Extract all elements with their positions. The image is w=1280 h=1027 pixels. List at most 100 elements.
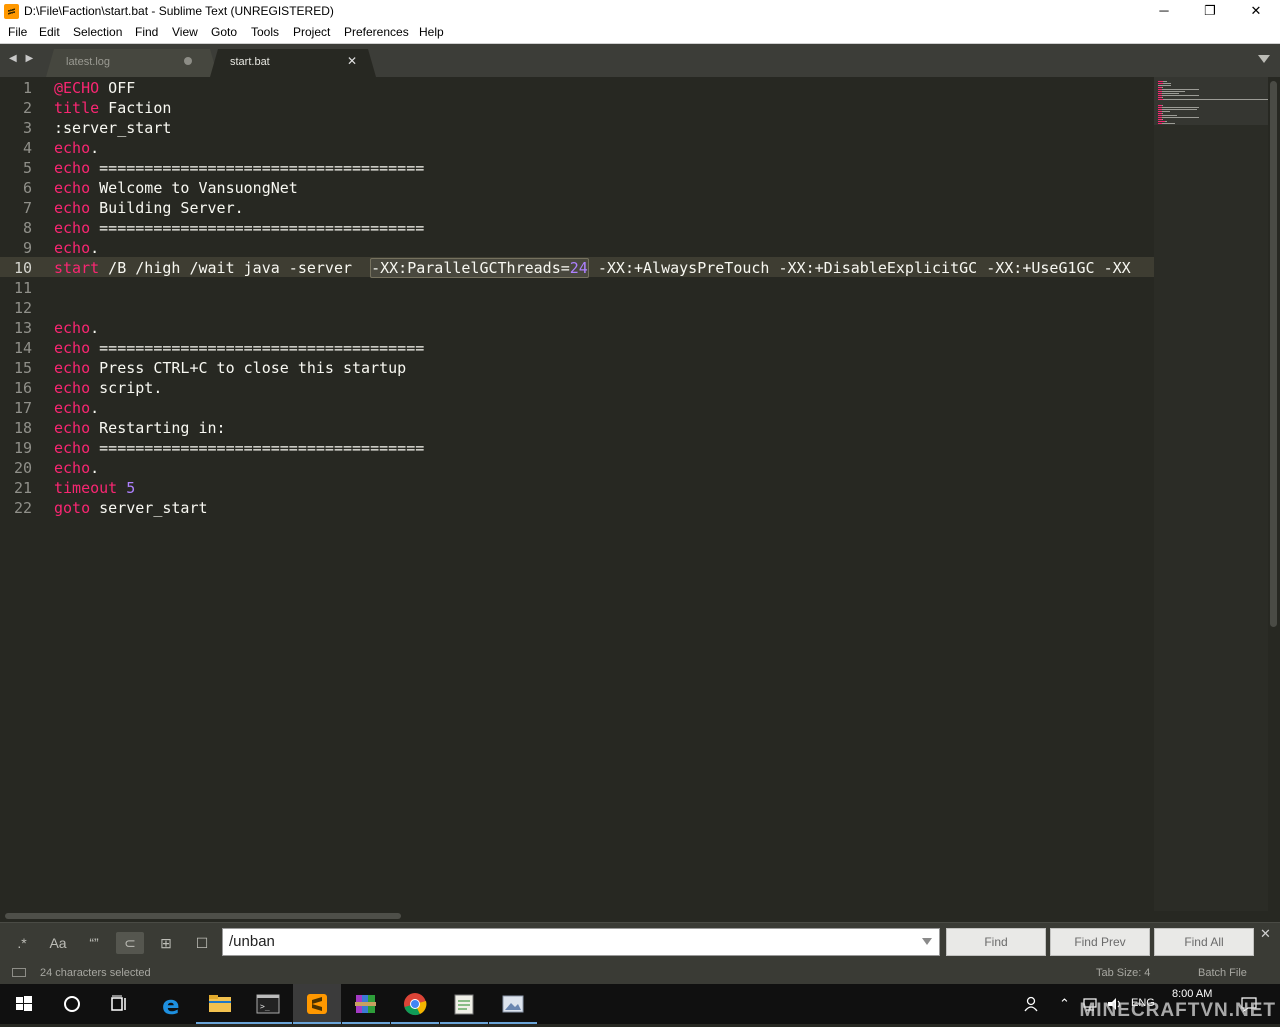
number-token: 5: [117, 479, 136, 497]
keyword-token: @ECHO: [54, 79, 100, 97]
minimap-line: [1162, 115, 1177, 116]
taskbar-app[interactable]: [489, 984, 537, 1024]
keyword-token: echo: [54, 159, 91, 177]
code-line[interactable]: :server_start: [54, 118, 171, 138]
minimap[interactable]: [1154, 77, 1269, 911]
minimize-button[interactable]: ─: [1141, 0, 1187, 23]
line-number: 21: [13, 479, 32, 497]
text-token: ====================================: [90, 219, 425, 237]
menu-view[interactable]: View: [172, 25, 198, 39]
text-token: server_start: [90, 499, 208, 517]
minimap-line: [1162, 91, 1185, 92]
regex-toggle[interactable]: .*: [8, 932, 36, 954]
clock-time[interactable]: 8:00 AM: [1172, 988, 1212, 1000]
find-input[interactable]: /unban: [222, 928, 940, 956]
code-line[interactable]: echo.: [54, 458, 99, 478]
close-window-button[interactable]: ✕: [1233, 0, 1279, 23]
menu-file[interactable]: File: [8, 25, 27, 39]
text-token: Faction: [99, 99, 172, 117]
whole-word-toggle[interactable]: “”: [80, 932, 108, 954]
taskbar-winrar[interactable]: [342, 984, 390, 1024]
code-line[interactable]: timeout 5: [54, 478, 135, 498]
menu-tools[interactable]: Tools: [251, 25, 279, 39]
case-sensitive-toggle[interactable]: Aa: [44, 932, 72, 954]
horizontal-scrollbar[interactable]: [0, 911, 1280, 922]
text-token: script.: [90, 379, 163, 397]
tab-latest-log[interactable]: latest.log: [46, 49, 218, 77]
find-history-dropdown-icon[interactable]: [922, 938, 932, 945]
sublime-icon: [307, 994, 327, 1014]
syntax-mode[interactable]: Batch File: [1198, 967, 1247, 979]
vertical-scrollbar[interactable]: [1268, 77, 1280, 911]
code-line[interactable]: echo.: [54, 398, 99, 418]
code-line[interactable]: @ECHO OFF: [54, 78, 135, 98]
code-line[interactable]: echo Press CTRL+C to close this startup: [54, 358, 406, 378]
selected-number-token: 24: [569, 259, 588, 277]
selected-text[interactable]: -XX:ParallelGCThreads=24: [370, 258, 589, 278]
code-line[interactable]: echo ===================================…: [54, 338, 424, 358]
find-prev-button[interactable]: Find Prev: [1050, 928, 1150, 956]
menu-selection[interactable]: Selection: [73, 25, 122, 39]
code-line[interactable]: title Faction: [54, 98, 171, 118]
code-line[interactable]: echo Building Server.: [54, 198, 244, 218]
tab-close-icon[interactable]: ✕: [347, 54, 357, 68]
tab-size[interactable]: Tab Size: 4: [1096, 967, 1150, 979]
menu-project[interactable]: Project: [293, 25, 330, 39]
minimap-line: [1162, 93, 1179, 94]
text-token: ====================================: [90, 439, 425, 457]
edge-icon: e: [162, 991, 180, 1021]
minimap-line: [1163, 81, 1167, 82]
vertical-scrollbar-thumb[interactable]: [1270, 81, 1277, 627]
people-icon[interactable]: [1022, 995, 1040, 1013]
panel-toggle-icon[interactable]: [12, 968, 26, 977]
text-token: OFF: [99, 79, 136, 97]
minimap-line: [1162, 109, 1197, 110]
taskbar-sublime-text[interactable]: [293, 984, 341, 1024]
code-line[interactable]: echo Welcome to VansuongNet: [54, 178, 298, 198]
code-line[interactable]: echo ===================================…: [54, 158, 424, 178]
find-button[interactable]: Find: [946, 928, 1046, 956]
tab-start-bat[interactable]: start.bat ✕: [210, 49, 376, 77]
in-selection-toggle[interactable]: ⊞: [152, 932, 180, 954]
taskbar-command-prompt[interactable]: >_: [244, 984, 292, 1024]
find-close-icon[interactable]: ✕: [1260, 926, 1271, 942]
chevron-up-icon[interactable]: ⌃: [1059, 996, 1070, 1012]
code-line[interactable]: echo.: [54, 138, 99, 158]
start-button[interactable]: [0, 984, 48, 1024]
text-token: .: [90, 459, 100, 477]
code-line[interactable]: echo ===================================…: [54, 218, 424, 238]
code-line[interactable]: start /B /high /wait java -server -XX:Pa…: [54, 258, 1131, 278]
text-token: Welcome to VansuongNet: [90, 179, 298, 197]
code-line[interactable]: echo ===================================…: [54, 438, 424, 458]
code-line[interactable]: echo Restarting in:: [54, 418, 226, 438]
keyword-token: echo: [54, 139, 91, 157]
taskbar-chrome[interactable]: [391, 984, 439, 1024]
code-line[interactable]: echo.: [54, 238, 99, 258]
menu-find[interactable]: Find: [135, 25, 158, 39]
menu-goto[interactable]: Goto: [211, 25, 237, 39]
wrap-toggle[interactable]: ⊂: [116, 932, 144, 954]
task-view-button[interactable]: [96, 984, 144, 1024]
tab-nav-arrows-icon[interactable]: ◀ ▶: [9, 53, 36, 64]
taskbar-edge[interactable]: e: [148, 984, 196, 1024]
code-line[interactable]: goto server_start: [54, 498, 208, 518]
find-all-button[interactable]: Find All: [1154, 928, 1254, 956]
code-line[interactable]: echo script.: [54, 378, 162, 398]
menu-preferences[interactable]: Preferences: [344, 25, 409, 39]
highlight-matches-toggle[interactable]: ☐: [188, 932, 216, 954]
line-number: 12: [13, 299, 32, 317]
keyword-token: echo: [54, 459, 91, 477]
taskbar-file-explorer[interactable]: [196, 984, 244, 1024]
restore-button[interactable]: ❐: [1187, 0, 1233, 23]
minimap-line: [1162, 95, 1199, 96]
code-line[interactable]: echo.: [54, 318, 99, 338]
taskbar-notepad-plus[interactable]: [440, 984, 488, 1024]
editor-area[interactable]: 1 2 3 4 5 6 7 8 9 10 11 12 13 14 15 16 17 18 19 20 21 22 @ECH…: [0, 77, 1154, 911]
cortana-button[interactable]: [48, 984, 96, 1024]
menu-edit[interactable]: Edit: [39, 25, 60, 39]
menu-help[interactable]: Help: [419, 25, 444, 39]
horizontal-scrollbar-thumb[interactable]: [5, 913, 401, 919]
sublime-app-icon: [4, 4, 19, 19]
text-token: /B /high /wait java -server: [99, 259, 371, 277]
tab-list-dropdown-icon[interactable]: [1258, 55, 1270, 63]
